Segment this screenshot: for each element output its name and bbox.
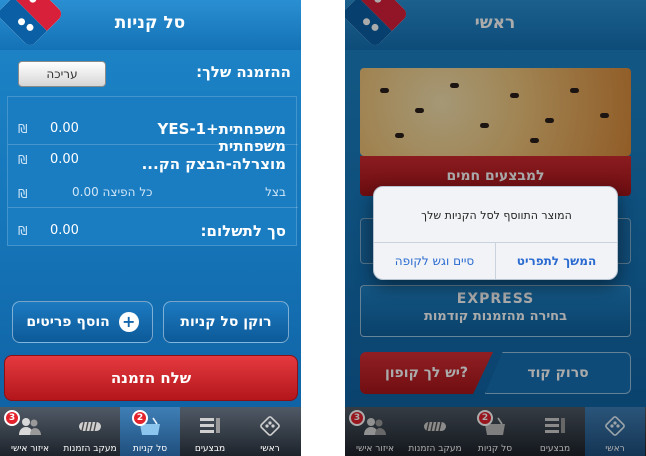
- dominos-logo[interactable]: [0, 0, 64, 48]
- home-screen: ראשי למבצעים חמים EXPRESS בחירה מהזמנות …: [345, 0, 646, 456]
- tab-deals[interactable]: מבצעים: [180, 407, 240, 456]
- list-icon: [200, 418, 220, 433]
- shekel-icon: ₪: [18, 153, 28, 167]
- item-name-line2: מוצרלה-הבצק הק...: [141, 155, 286, 173]
- page-title: סל קניות: [114, 13, 186, 33]
- order-label: ההזמנה שלך:: [196, 63, 291, 81]
- users-icon: [19, 418, 41, 435]
- divider: [8, 207, 298, 208]
- tab-label: איזור אישי: [11, 444, 49, 454]
- tab-personal[interactable]: איזור אישי 3: [0, 407, 60, 456]
- add-items-button[interactable]: הוסף פריטים +: [12, 301, 153, 343]
- domino-logo-icon: [260, 416, 280, 436]
- tab-cart[interactable]: סל קניות 2: [120, 407, 180, 456]
- shekel-icon: ₪: [18, 122, 28, 136]
- tracker-icon: [79, 421, 101, 432]
- send-order-button[interactable]: שלח הזמנה: [4, 355, 298, 401]
- edit-button[interactable]: עריכה: [18, 61, 106, 87]
- tab-label: מבצעים: [194, 444, 226, 454]
- total-value: 0.00: [50, 223, 79, 238]
- tab-tracker[interactable]: מעקב הזמנות: [60, 407, 120, 456]
- item-name-line1: משפחתית: [218, 137, 286, 155]
- shekel-icon: ₪: [18, 187, 28, 201]
- cart-badge: 2: [132, 410, 148, 426]
- sub-item-price: כל הפיצה 0.00: [72, 185, 153, 199]
- added-to-cart-dialog: המוצר התווסף לסל הקניות שלך המשך לתפריט …: [373, 186, 618, 280]
- add-items-label: הוסף פריטים: [26, 314, 110, 330]
- sub-item-label: בצל: [265, 185, 286, 199]
- tab-bar: איזור אישי 3 מעקב הזמנות סל קניות 2 מבצע…: [0, 407, 301, 456]
- tab-label: ראשי: [260, 444, 280, 454]
- item-price: 0.00: [50, 121, 79, 136]
- cart-screen: סל קניות ההזמנה שלך: עריכה ₪ 0.00 משפחתי…: [0, 0, 301, 456]
- title-bar: סל קניות: [0, 0, 301, 50]
- personal-badge: 3: [4, 410, 20, 426]
- tab-home[interactable]: ראשי: [240, 407, 300, 456]
- total-label: סך לתשלום:: [200, 222, 286, 240]
- continue-to-menu-button[interactable]: המשך לתפריט: [496, 242, 617, 279]
- plus-icon: +: [118, 312, 139, 332]
- dialog-message: המוצר התווסף לסל הקניות שלך: [421, 209, 572, 222]
- checkout-button[interactable]: סיים וגש לקופה: [374, 242, 495, 279]
- empty-cart-button[interactable]: רוקן סל קניות: [163, 301, 289, 343]
- tab-label: מעקב הזמנות: [63, 444, 117, 454]
- cart-items: ₪ 0.00 משפחתית+YES-1 ₪ 0.00 משפחתית מוצר…: [7, 96, 298, 246]
- shekel-icon: ₪: [18, 224, 28, 238]
- tab-label: סל קניות: [132, 444, 168, 454]
- item-price: 0.00: [50, 152, 79, 167]
